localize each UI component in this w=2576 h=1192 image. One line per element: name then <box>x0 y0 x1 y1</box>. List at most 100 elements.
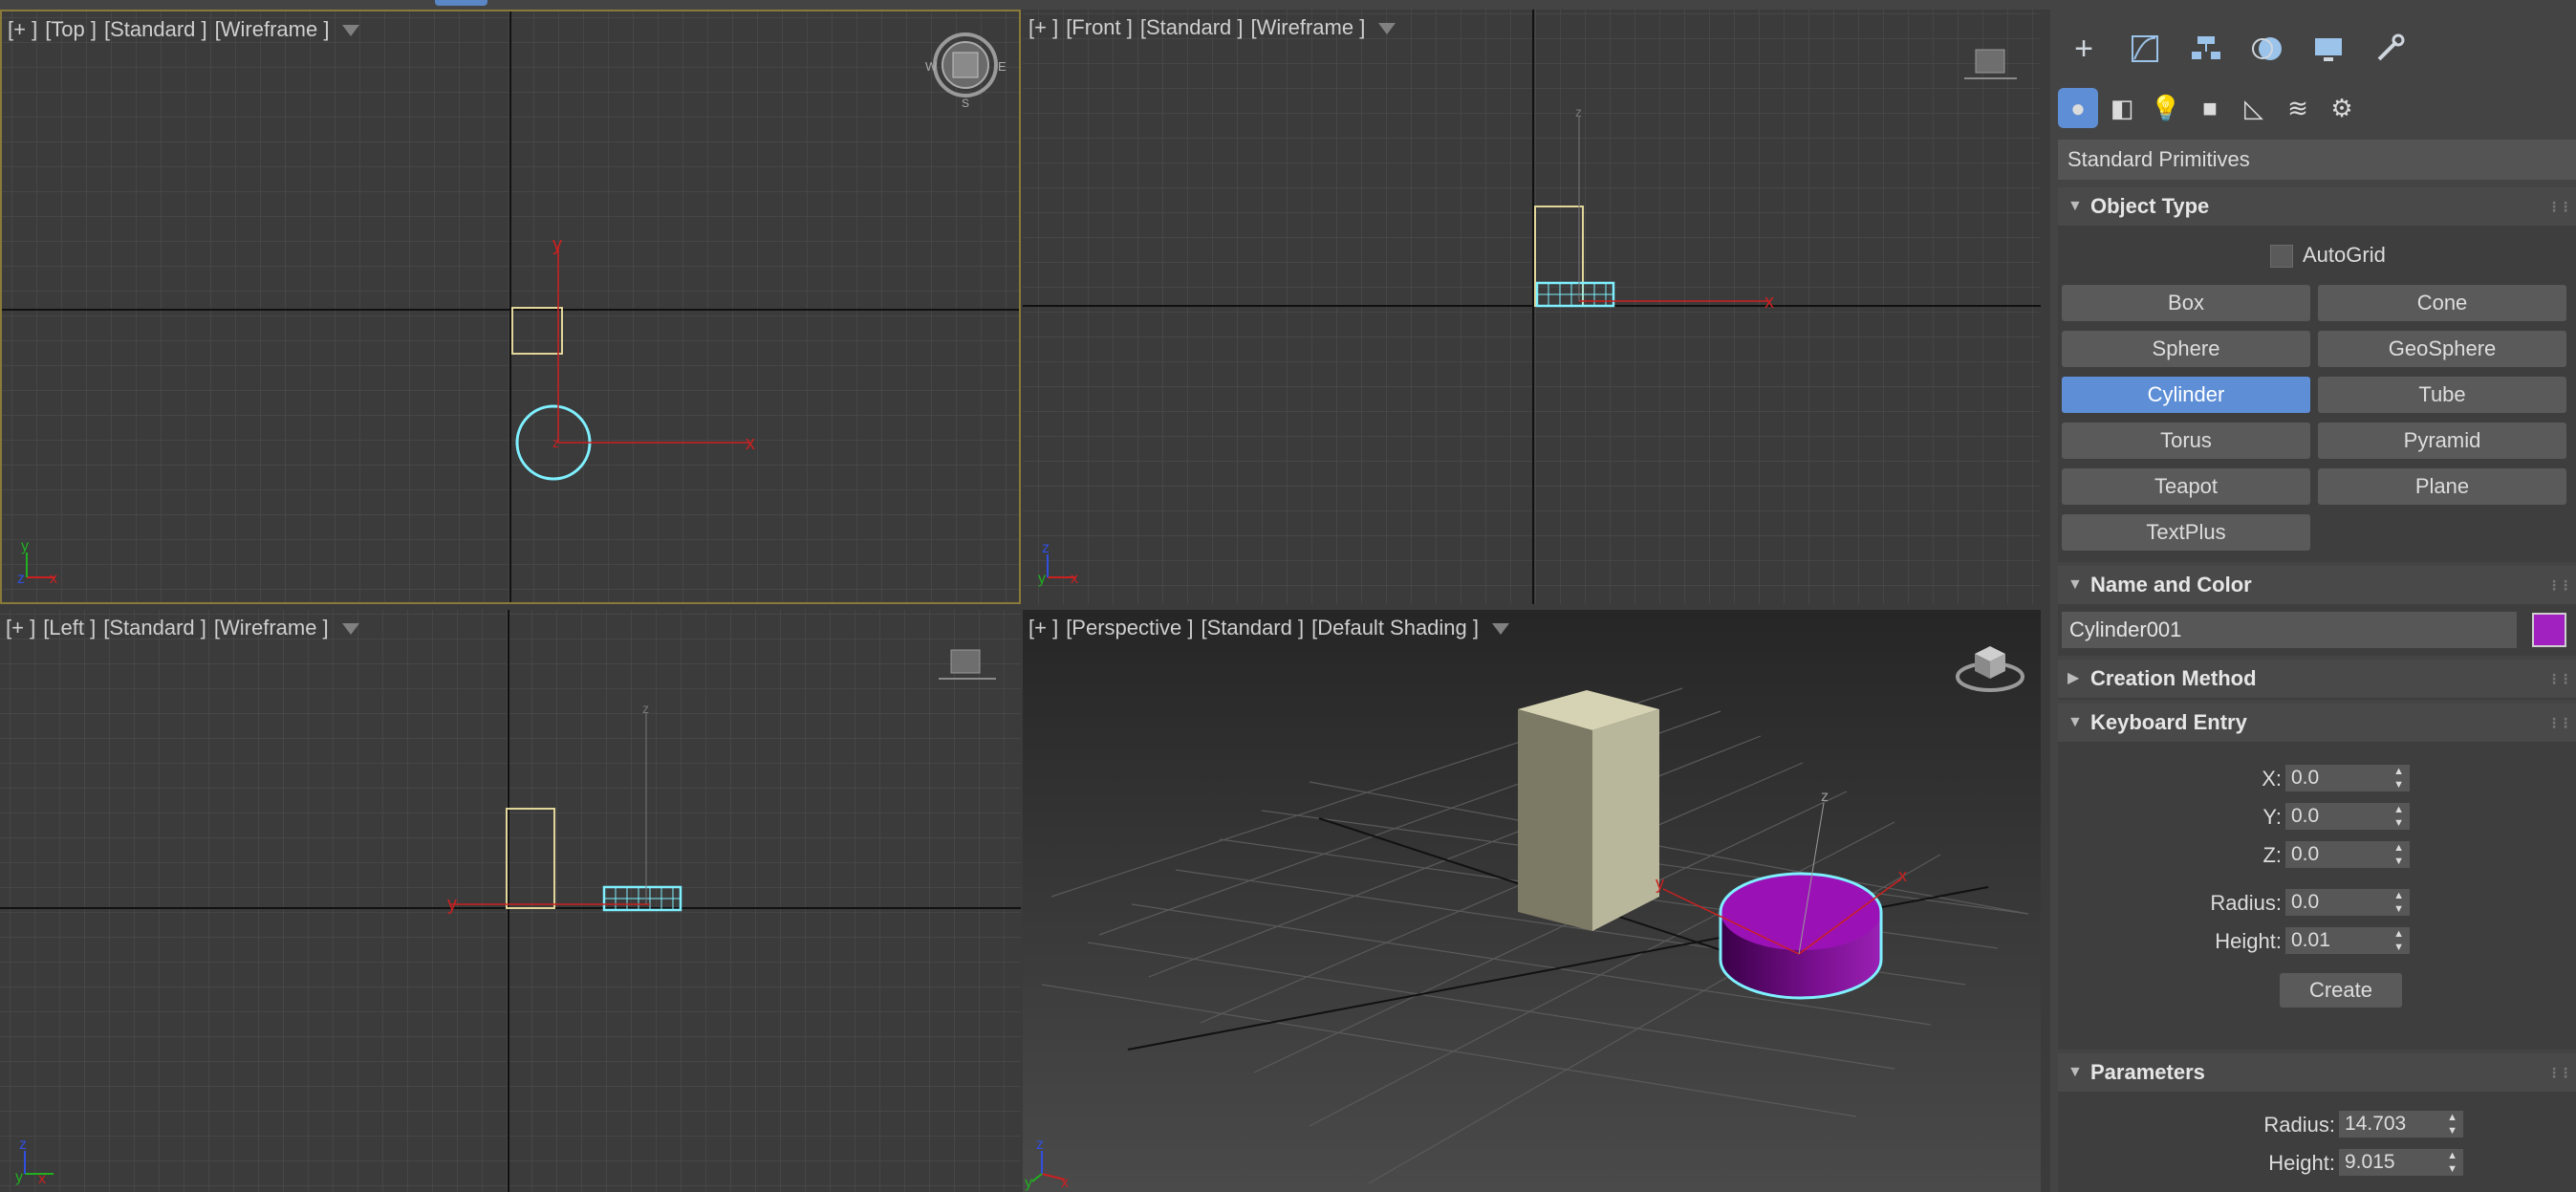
teapot-button[interactable]: Teapot <box>2062 468 2310 505</box>
viewport-mode-menu[interactable]: [Wireframe ] <box>1251 15 1366 39</box>
box-object[interactable] <box>1518 690 1659 931</box>
parameters-header[interactable]: ▼ Parameters ⋮⋮ <box>2058 1053 2576 1092</box>
systems-icon[interactable]: ⚙ <box>2322 88 2362 128</box>
active-toolbar-tab[interactable] <box>435 0 487 6</box>
viewport-shading-menu[interactable]: [Standard ] <box>1201 616 1304 639</box>
keyboard-entry-header[interactable]: ▼ Keyboard Entry ⋮⋮ <box>2058 704 2576 742</box>
object-type-rollout: ▼ Object Type ⋮⋮ AutoGrid Box Cone Spher… <box>2058 187 2576 562</box>
shapes-icon[interactable]: ◧ <box>2102 88 2142 128</box>
x-spinner[interactable]: 0.0 ▲ ▼ <box>2285 765 2410 791</box>
creation-method-header[interactable]: ▶ Creation Method ⋮⋮ <box>2058 660 2576 698</box>
svg-text:z: z <box>19 1137 27 1153</box>
svg-text:x: x <box>38 1171 46 1187</box>
spinner-arrows-icon[interactable]: ▲ ▼ <box>2393 889 2404 916</box>
modify-icon[interactable] <box>2119 23 2171 75</box>
z-label: Z: <box>2262 843 2282 867</box>
viewport-plus-menu[interactable]: [+ ] <box>1028 15 1058 39</box>
torus-button[interactable]: Torus <box>2062 423 2310 459</box>
svg-text:y: y <box>447 894 457 915</box>
utilities-icon[interactable] <box>2364 23 2415 75</box>
hierarchy-icon[interactable] <box>2180 23 2232 75</box>
spinner-arrows-icon[interactable]: ▲ ▼ <box>2447 1111 2457 1138</box>
viewport-label-perspective[interactable]: [+ ] [Perspective ] [Standard ] [Default Sh… <box>1028 616 1517 640</box>
filter-icon[interactable] <box>341 623 359 636</box>
svg-text:z: z <box>17 571 25 587</box>
create-button[interactable]: Create <box>2280 973 2402 1008</box>
viewport-plus-menu[interactable]: [+ ] <box>6 616 35 639</box>
geometry-icon[interactable]: ● <box>2058 88 2098 128</box>
viewport-plus-menu[interactable]: [+ ] <box>1028 616 1058 639</box>
collapse-triangle-icon: ▼ <box>2067 576 2083 593</box>
radius-spinner[interactable]: 0.0 ▲ ▼ <box>2285 889 2410 916</box>
y-spinner[interactable]: 0.0 ▲ ▼ <box>2285 803 2410 830</box>
lights-icon[interactable]: 💡 <box>2146 88 2186 128</box>
spinner-arrows-icon[interactable]: ▲ ▼ <box>2393 927 2404 954</box>
viewport-front[interactable]: x z x z y [+ ] [Front ] [Standard ] [Wirefr… <box>1023 10 2041 604</box>
y-label: Y: <box>2262 805 2282 829</box>
svg-text:z: z <box>1575 104 1582 119</box>
viewport-view-menu[interactable]: [Front ] <box>1066 15 1133 39</box>
box-button[interactable]: Box <box>2062 285 2310 321</box>
viewport-shading-menu[interactable]: [Standard ] <box>104 17 207 41</box>
filter-icon[interactable] <box>1492 623 1510 636</box>
autogrid-label: AutoGrid <box>2303 243 2386 267</box>
filter-icon[interactable] <box>1378 23 1396 35</box>
space-warps-icon[interactable]: ≋ <box>2278 88 2318 128</box>
filter-icon[interactable] <box>342 25 360 37</box>
sphere-button[interactable]: Sphere <box>2062 331 2310 367</box>
create-category-tabs: ● ◧ 💡 ■ ◺ ≋ ⚙ <box>2058 88 2362 128</box>
param-height-spinner[interactable]: 9.015 ▲ ▼ <box>2339 1149 2463 1176</box>
svg-text:z: z <box>1036 1137 1044 1153</box>
cameras-icon[interactable]: ■ <box>2190 88 2230 128</box>
viewport-view-menu[interactable]: [Left ] <box>43 616 96 639</box>
keyboard-entry-rollout: ▼ Keyboard Entry ⋮⋮ X: 0.0 ▲ ▼ Y: 0.0 ▲ ▼ Z:… <box>2058 704 2576 1050</box>
display-icon[interactable] <box>2303 23 2354 75</box>
cylinder-button[interactable]: Cylinder <box>2062 377 2310 413</box>
front-viewport-canvas: x z x z y <box>1023 10 2041 604</box>
svg-text:y: y <box>1025 1175 1032 1191</box>
name-and-color-header[interactable]: ▼ Name and Color ⋮⋮ <box>2058 566 2576 604</box>
spinner-arrows-icon[interactable]: ▲ ▼ <box>2447 1149 2457 1176</box>
spinner-arrows-icon[interactable]: ▲ ▼ <box>2393 765 2404 791</box>
viewport-shading-menu[interactable]: [Standard ] <box>103 616 206 639</box>
svg-text:z: z <box>642 701 649 716</box>
plane-button[interactable]: Plane <box>2318 468 2566 505</box>
textplus-button[interactable]: TextPlus <box>2062 514 2310 551</box>
z-spinner[interactable]: 0.0 ▲ ▼ <box>2285 841 2410 868</box>
viewport-mode-menu[interactable]: [Wireframe ] <box>214 616 329 639</box>
cylinder-object[interactable] <box>1719 872 1883 1000</box>
command-panel: + ● ◧ 💡 ■ ◺ ≋ ⚙ Standard Primitives ▼ Ob… <box>2050 10 2576 1192</box>
height-spinner[interactable]: 0.01 ▲ ▼ <box>2285 927 2410 954</box>
pyramid-button[interactable]: Pyramid <box>2318 423 2566 459</box>
geosphere-button[interactable]: GeoSphere <box>2318 331 2566 367</box>
perspective-viewport-canvas: y x z x z y <box>1023 610 2041 1192</box>
spinner-arrows-icon[interactable]: ▲ ▼ <box>2393 841 2404 868</box>
object-type-header[interactable]: ▼ Object Type ⋮⋮ <box>2058 187 2576 226</box>
category-dropdown[interactable]: Standard Primitives <box>2058 140 2576 180</box>
creation-method-rollout: ▶ Creation Method ⋮⋮ <box>2058 660 2576 700</box>
viewport-mode-menu[interactable]: [Default Shading ] <box>1311 616 1479 639</box>
motion-icon[interactable] <box>2241 23 2293 75</box>
create-icon[interactable]: + <box>2058 23 2110 75</box>
viewport-view-menu[interactable]: [Top ] <box>45 17 97 41</box>
viewport-left[interactable]: y z y z x [+ ] [Left ] [Standard ] [Wirefra… <box>0 610 1021 1192</box>
param-radius-spinner[interactable]: 14.703 ▲ ▼ <box>2339 1111 2463 1138</box>
viewport-plus-menu[interactable]: [+ ] <box>8 17 37 41</box>
viewport-shading-menu[interactable]: [Standard ] <box>1140 15 1244 39</box>
viewport-label-front[interactable]: [+ ] [Front ] [Standard ] [Wireframe ] <box>1028 15 1403 40</box>
autogrid-checkbox[interactable] <box>2270 245 2293 268</box>
viewport-top[interactable]: x y z W E S x y z [+ ] [Top ] [Standard ][… <box>0 10 1021 604</box>
viewport-label-top[interactable]: [+ ] [Top ] [Standard ] [Wireframe ] <box>8 17 367 42</box>
object-color-swatch[interactable] <box>2532 613 2566 647</box>
grip-icon: ⋮⋮ <box>2547 671 2572 686</box>
viewport-view-menu[interactable]: [Perspective ] <box>1066 616 1193 639</box>
name-and-color-rollout: ▼ Name and Color ⋮⋮ Cylinder001 <box>2058 566 2576 656</box>
cone-button[interactable]: Cone <box>2318 285 2566 321</box>
viewport-perspective[interactable]: y x z x z y [+ ] [Perspective ] [Standard … <box>1023 610 2041 1192</box>
viewport-label-left[interactable]: [+ ] [Left ] [Standard ] [Wireframe ] <box>6 616 367 640</box>
spinner-arrows-icon[interactable]: ▲ ▼ <box>2393 803 2404 830</box>
tube-button[interactable]: Tube <box>2318 377 2566 413</box>
helpers-icon[interactable]: ◺ <box>2234 88 2274 128</box>
viewport-mode-menu[interactable]: [Wireframe ] <box>215 17 330 41</box>
object-name-field[interactable]: Cylinder001 <box>2062 612 2517 648</box>
